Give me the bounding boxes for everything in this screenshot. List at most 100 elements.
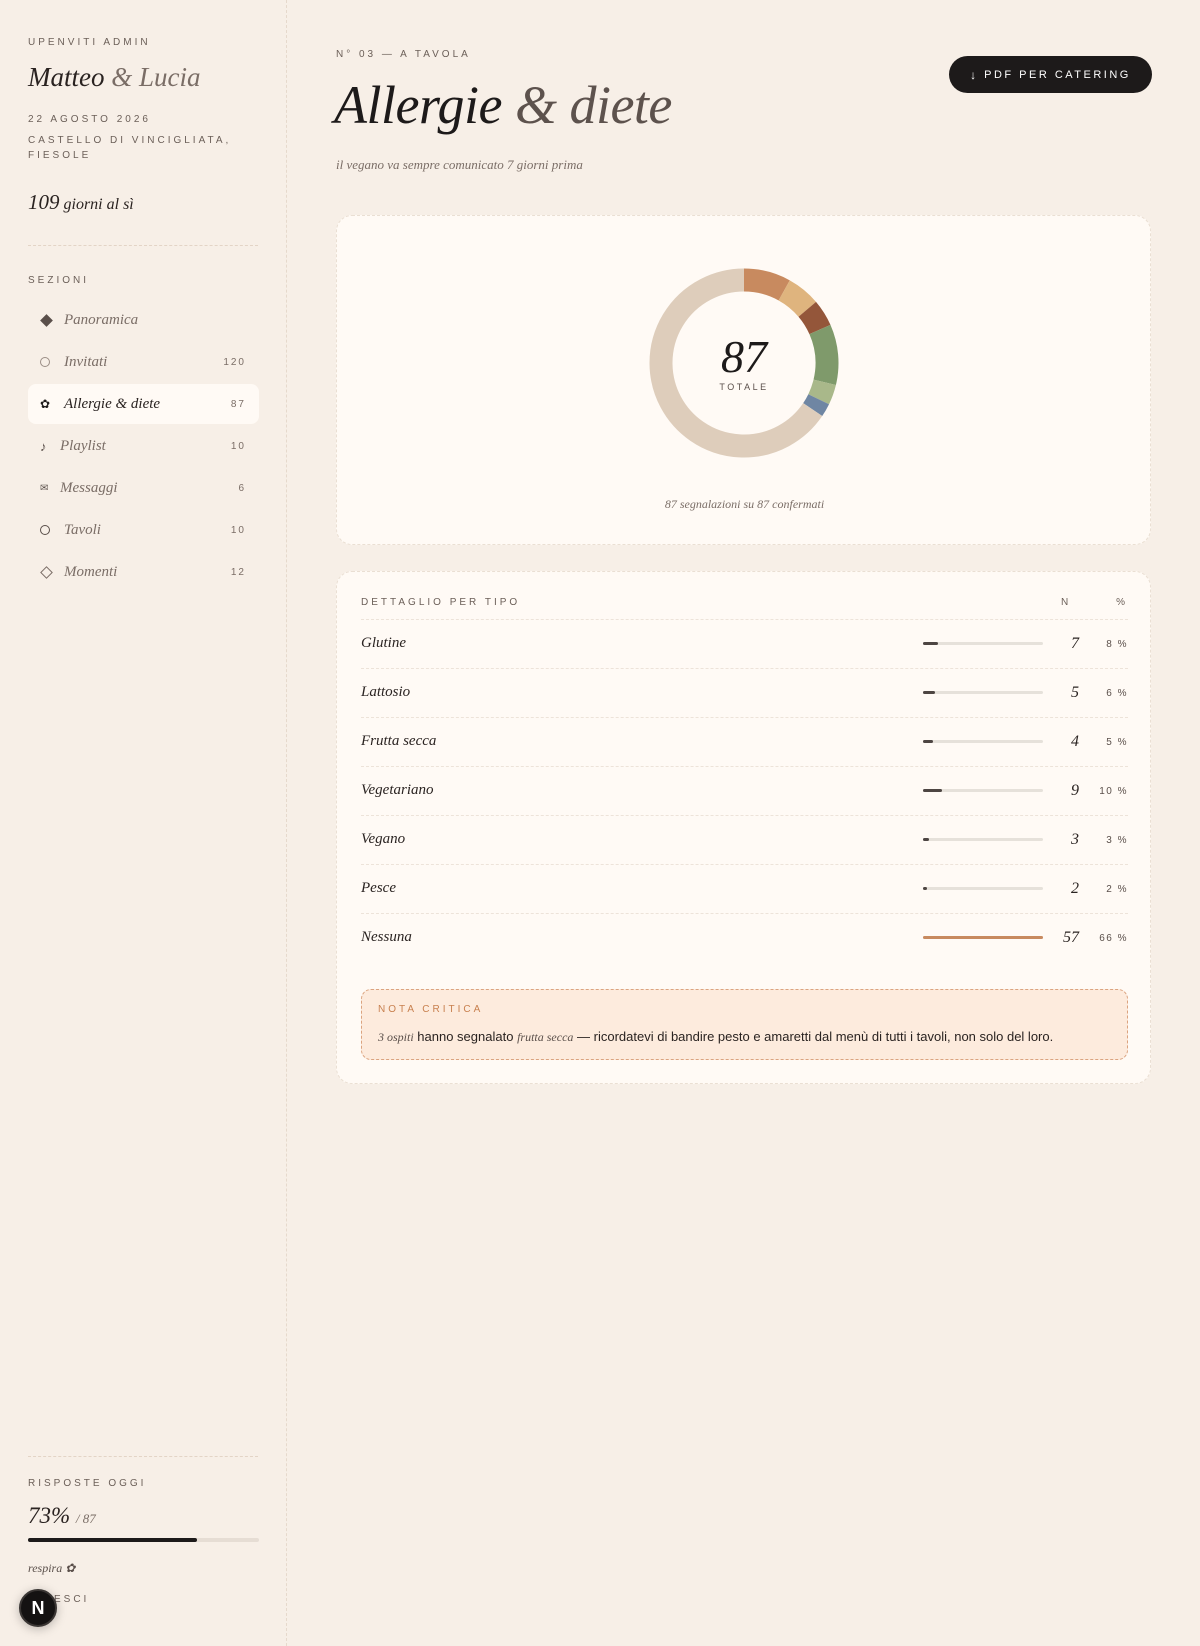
row-name: Glutine xyxy=(361,635,406,651)
sidebar-nav: Panoramica Invitati 120 ✿ Allergie & die… xyxy=(28,300,259,594)
detail-header: DETTAGLIO PER TIPO N % xyxy=(361,597,1128,617)
sidebar-item-count: 10 xyxy=(230,440,246,452)
sidebar-item-momenti[interactable]: Momenti 12 xyxy=(28,552,259,592)
page-subtitle: il vegano va sempre comunicato 7 giorni … xyxy=(336,157,583,172)
brand-label: UPENVITI ADMIN xyxy=(28,37,151,48)
sidebar-item-label: Invitati xyxy=(64,353,108,370)
responses-value: 73% / 87 xyxy=(28,1503,96,1529)
row-count: 5 xyxy=(1071,684,1079,701)
sidebar-item-label: Momenti xyxy=(64,563,118,580)
row-percent: 2 % xyxy=(1106,884,1128,895)
dev-badge[interactable]: N xyxy=(19,1589,57,1627)
table-row: Vegetariano 9 10 % xyxy=(361,766,1128,815)
sidebar-item-playlist[interactable]: ♪ Playlist 10 xyxy=(28,426,259,466)
note-highlight: frutta secca xyxy=(517,1030,574,1044)
wedding-date: 22 AGOSTO 2026 xyxy=(28,114,151,125)
row-bar-fill xyxy=(923,838,929,841)
sidebar-item-tavoli[interactable]: Tavoli 10 xyxy=(28,510,259,550)
sidebar-item-messaggi[interactable]: ✉ Messaggi 6 xyxy=(28,468,259,508)
sidebar-item-label: Playlist xyxy=(60,437,106,454)
music-note-icon: ♪ xyxy=(40,438,47,454)
responses-progress-fill xyxy=(28,1538,197,1542)
circle-outline-icon xyxy=(40,357,64,367)
note-text: 3 ospiti hanno segnalato frutta secca — … xyxy=(378,1029,1053,1045)
row-bar-fill xyxy=(923,936,1043,939)
sidebar: UPENVITI ADMIN Matteo & Lucia 22 AGOSTO … xyxy=(0,0,287,1646)
table-row: Frutta secca 4 5 % xyxy=(361,717,1128,766)
sidebar-item-label: Tavoli xyxy=(64,521,101,538)
row-bar-track xyxy=(923,740,1043,743)
detail-list: Glutine 7 8 % Lattosio 5 6 % Frutta secca 4 5 % V… xyxy=(361,619,1128,962)
table-row: Glutine 7 8 % xyxy=(361,619,1128,668)
row-name: Pesce xyxy=(361,880,396,896)
row-percent: 5 % xyxy=(1106,737,1128,748)
page-title-amp: & diete xyxy=(514,75,672,135)
sidebar-item-count: 12 xyxy=(230,566,246,578)
row-percent: 3 % xyxy=(1106,835,1128,846)
pdf-catering-button[interactable]: ↓ PDF PER CATERING xyxy=(949,56,1152,93)
diamond-filled-icon xyxy=(40,313,64,327)
countdown-text: giorni al sì xyxy=(63,196,134,213)
row-name: Lattosio xyxy=(361,684,411,700)
row-bar-track xyxy=(923,691,1043,694)
detail-col-pct: % xyxy=(1116,597,1128,608)
responses-label: RISPOSTE OGGI xyxy=(28,1478,147,1489)
countdown: 109 giorni al sì xyxy=(28,190,134,215)
sidebar-item-panoramica[interactable]: Panoramica xyxy=(28,300,259,340)
sidebar-divider xyxy=(28,245,258,246)
detail-title: DETTAGLIO PER TIPO xyxy=(361,597,521,608)
row-bar-fill xyxy=(923,789,943,792)
table-row: Vegano 3 3 % xyxy=(361,815,1128,864)
row-count: 4 xyxy=(1071,733,1079,750)
pdf-button-label: PDF PER CATERING xyxy=(984,68,1131,81)
responses-progress-track xyxy=(28,1538,259,1542)
row-name: Vegano xyxy=(361,831,406,847)
detail-col-n: N xyxy=(1061,597,1072,608)
table-row: Nessuna 57 66 % xyxy=(361,913,1128,962)
row-count: 3 xyxy=(1071,831,1079,848)
sidebar-item-invitati[interactable]: Invitati 120 xyxy=(28,342,259,382)
donut-total-label: TOTALE xyxy=(719,382,769,392)
couple-second: Lucia xyxy=(139,62,201,92)
row-name: Frutta secca xyxy=(361,733,437,749)
sidebar-item-count: 6 xyxy=(238,482,246,494)
row-count: 7 xyxy=(1071,635,1079,652)
donut-caption: 87 segnalazioni su 87 confermati xyxy=(664,497,825,511)
exit-link[interactable]: ESCI xyxy=(54,1594,89,1605)
row-bar-fill xyxy=(923,887,927,890)
couple-amp: & xyxy=(111,62,133,92)
sections-label: SEZIONI xyxy=(28,275,90,286)
sidebar-item-label: Allergie & diete xyxy=(64,395,161,412)
page-title-main: Allergie xyxy=(334,75,502,135)
detail-card: DETTAGLIO PER TIPO N % Glutine 7 8 % Lattos… xyxy=(336,571,1151,1084)
sidebar-item-count: 10 xyxy=(230,524,246,536)
responses-of: / 87 xyxy=(75,1511,96,1526)
row-count: 9 xyxy=(1071,782,1079,799)
row-percent: 6 % xyxy=(1106,688,1128,699)
donut-total: 87 xyxy=(721,331,767,382)
sidebar-item-label: Panoramica xyxy=(64,311,139,328)
couple-first: Matteo xyxy=(28,62,105,92)
note-title: NOTA CRITICA xyxy=(378,1004,484,1015)
row-percent: 10 % xyxy=(1099,786,1128,797)
responses-percent: 73% xyxy=(28,1503,71,1528)
page-title: Allergie & diete xyxy=(334,74,672,136)
donut-chart: 87 TOTALE xyxy=(647,266,841,460)
row-bar-fill xyxy=(923,740,933,743)
row-name: Nessuna xyxy=(361,929,412,945)
breathe-text: respira ✿ xyxy=(28,1561,76,1575)
table-row: Pesce 2 2 % xyxy=(361,864,1128,913)
row-bar-fill xyxy=(923,642,939,645)
note-before: hanno segnalato xyxy=(417,1029,514,1044)
sidebar-item-count: 87 xyxy=(230,398,246,410)
note-after: — ricordatevi di bandire pesto e amarett… xyxy=(577,1029,1054,1044)
table-row: Lattosio 5 6 % xyxy=(361,668,1128,717)
row-count: 2 xyxy=(1071,880,1079,897)
sidebar-item-count: 120 xyxy=(223,356,246,368)
wedding-place: CASTELLO DI VINCIGLIATA, FIESOLE xyxy=(28,135,232,161)
arrow-down-icon: ↓ xyxy=(970,67,977,82)
sidebar-item-label: Messaggi xyxy=(60,479,118,496)
note-count: 3 ospiti xyxy=(378,1030,414,1044)
sidebar-item-allergie[interactable]: ✿ Allergie & diete 87 xyxy=(28,384,259,424)
row-bar-track xyxy=(923,887,1043,890)
